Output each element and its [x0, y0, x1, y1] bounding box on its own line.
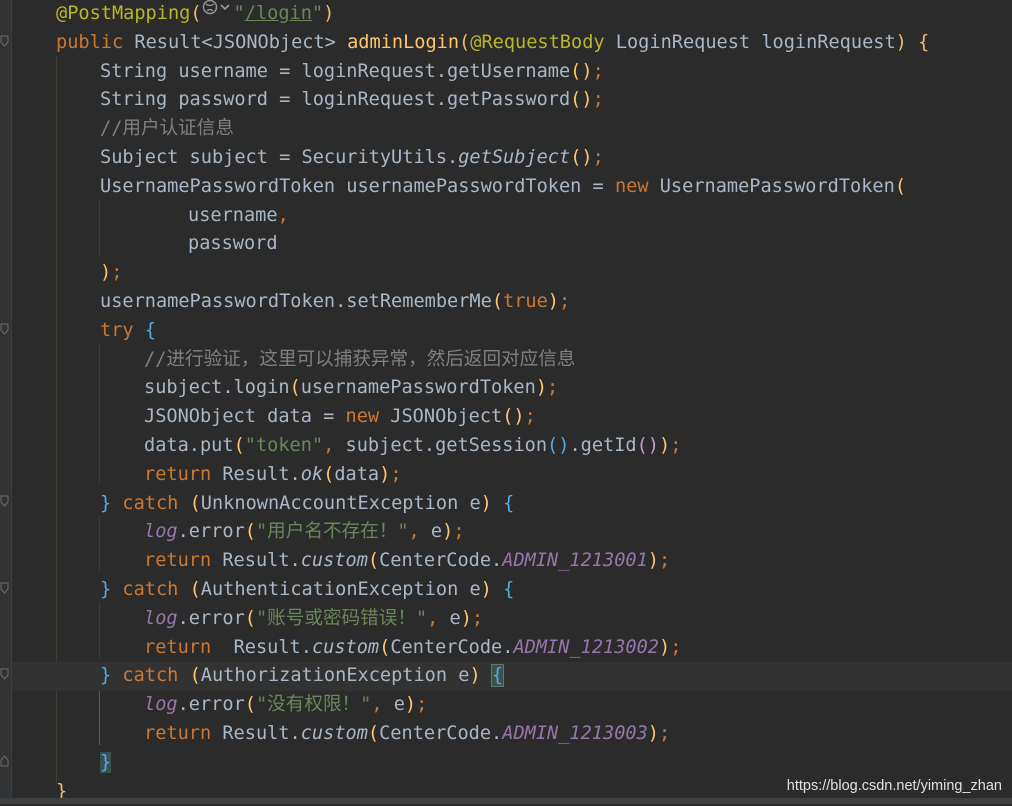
code-line[interactable]: String username = loginRequest.getUserna…: [12, 58, 1012, 87]
matched-brace: }: [100, 751, 112, 773]
code-line[interactable]: }: [12, 749, 1012, 778]
annotation: @PostMapping: [56, 3, 191, 24]
code-line[interactable]: public Result<JSONObject> adminLogin(@Re…: [12, 29, 1012, 58]
code-line[interactable]: //进行验证，这里可以捕获异常，然后返回对应信息: [12, 346, 1012, 375]
code-line[interactable]: );: [12, 259, 1012, 288]
code-editor[interactable]: @PostMapping("/login") public Result<JSO…: [12, 0, 1012, 804]
editor-gutter: [0, 0, 12, 804]
fold-marker-icon[interactable]: [0, 582, 9, 594]
code-line[interactable]: JSONObject data = new JSONObject();: [12, 403, 1012, 432]
status-bar: [0, 798, 1012, 804]
fold-marker-icon[interactable]: [0, 323, 9, 335]
fold-marker-icon[interactable]: [0, 495, 9, 507]
code-line[interactable]: subject.login(usernamePasswordToken);: [12, 374, 1012, 403]
code-line[interactable]: //用户认证信息: [12, 115, 1012, 144]
code-line-current[interactable]: } catch (AuthorizationException e) {: [12, 662, 1012, 692]
code-line[interactable]: UsernamePasswordToken usernamePasswordTo…: [12, 173, 1012, 202]
fold-marker-icon[interactable]: [0, 755, 9, 767]
globe-icon[interactable]: [202, 0, 234, 26]
method-name: adminLogin: [347, 31, 460, 53]
code-line[interactable]: password: [12, 230, 1012, 259]
code-line[interactable]: log.error("没有权限！", e);: [12, 691, 1012, 720]
code-line[interactable]: } catch (AuthenticationException e) {: [12, 576, 1012, 605]
code-line[interactable]: String password = loginRequest.getPasswo…: [12, 86, 1012, 115]
code-line[interactable]: log.error("账号或密码错误！", e);: [12, 605, 1012, 634]
code-line[interactable]: } catch (UnknownAccountException e) {: [12, 490, 1012, 519]
code-line[interactable]: return Result.custom(CenterCode.ADMIN_12…: [12, 547, 1012, 576]
code-line[interactable]: username,: [12, 202, 1012, 231]
matched-brace: {: [490, 664, 505, 688]
watermark: https://blog.csdn.net/yiming_zhan: [786, 778, 1002, 794]
code-line[interactable]: return Result.custom(CenterCode.ADMIN_12…: [12, 634, 1012, 663]
fold-marker-icon[interactable]: [0, 35, 9, 47]
fold-marker-icon[interactable]: [0, 668, 9, 680]
code-line[interactable]: data.put("token", subject.getSession().g…: [12, 432, 1012, 461]
code-line[interactable]: usernamePasswordToken.setRememberMe(true…: [12, 288, 1012, 317]
code-comment: //用户认证信息: [100, 118, 234, 140]
code-line[interactable]: Subject subject = SecurityUtils.getSubje…: [12, 144, 1012, 173]
route-link[interactable]: /login: [245, 3, 312, 24]
code-line[interactable]: return Result.ok(data);: [12, 461, 1012, 490]
code-comment: //进行验证，这里可以捕获异常，然后返回对应信息: [144, 348, 576, 370]
code-line[interactable]: try {: [12, 317, 1012, 346]
code-line[interactable]: @PostMapping("/login"): [12, 0, 1012, 29]
code-line[interactable]: return Result.custom(CenterCode.ADMIN_12…: [12, 720, 1012, 749]
code-line[interactable]: log.error("用户名不存在！", e);: [12, 518, 1012, 547]
